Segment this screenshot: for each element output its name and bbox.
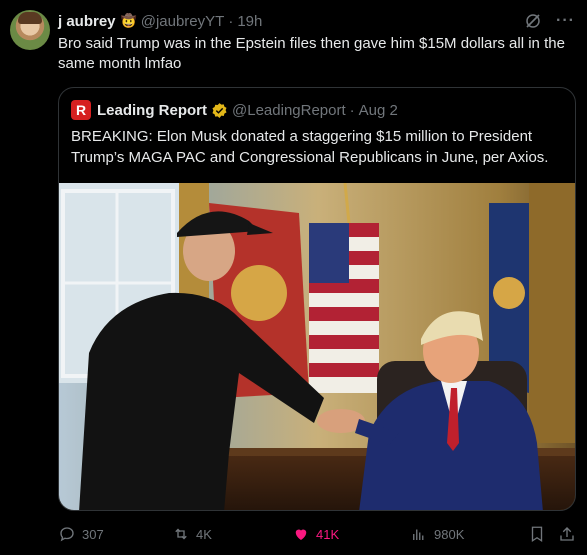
quote-header: R Leading Report @LeadingReport · Aug 2 [71,100,398,120]
timestamp[interactable]: 19h [237,13,262,30]
more-icon[interactable]: ··· [556,12,575,30]
news-photo[interactable] [59,183,576,511]
bookmark-icon[interactable] [528,525,546,543]
repost-button[interactable]: 4K [172,522,212,546]
reply-count: 307 [82,526,104,542]
cowboy-emoji: 🤠 [120,13,137,28]
quote-author-name[interactable]: Leading Report [97,102,207,119]
views-icon [413,529,424,540]
repost-count: 4K [196,526,212,542]
author-handle[interactable]: @jaubreyYT [141,13,225,30]
reply-icon [60,527,74,542]
verified-icon [212,102,227,118]
tweet[interactable]: j aubrey 🤠 @jaubreyYT · 19h ··· Bro said… [0,0,587,555]
engagement-bar: 307 4K 41K 980K [58,522,578,546]
quoted-tweet[interactable]: R Leading Report @LeadingReport · Aug 2 … [58,87,576,511]
top-actions: ··· [524,12,575,30]
views-button[interactable]: 980K [410,522,464,546]
avatar[interactable] [10,10,50,50]
separator: · [228,12,234,30]
quote-text: BREAKING: Elon Musk donated a staggering… [71,128,549,166]
heart-icon [295,529,307,540]
author-name[interactable]: j aubrey [58,13,116,30]
quote-date[interactable]: Aug 2 [359,102,398,119]
tweet-header: j aubrey 🤠 @jaubreyYT · 19h [58,11,262,31]
tweet-text: Bro said Trump was in the Epstein files … [58,35,565,72]
repost-icon [175,528,187,540]
separator: · [349,101,355,119]
leading-report-logo[interactable]: R [71,100,91,120]
grok-icon[interactable] [524,12,542,30]
like-count: 41K [316,526,340,542]
views-count: 980K [434,526,465,542]
quote-author-handle[interactable]: @LeadingReport [232,102,346,119]
share-icon[interactable] [558,525,576,543]
like-button[interactable]: 41K [292,522,339,546]
reply-button[interactable]: 307 [58,522,104,546]
